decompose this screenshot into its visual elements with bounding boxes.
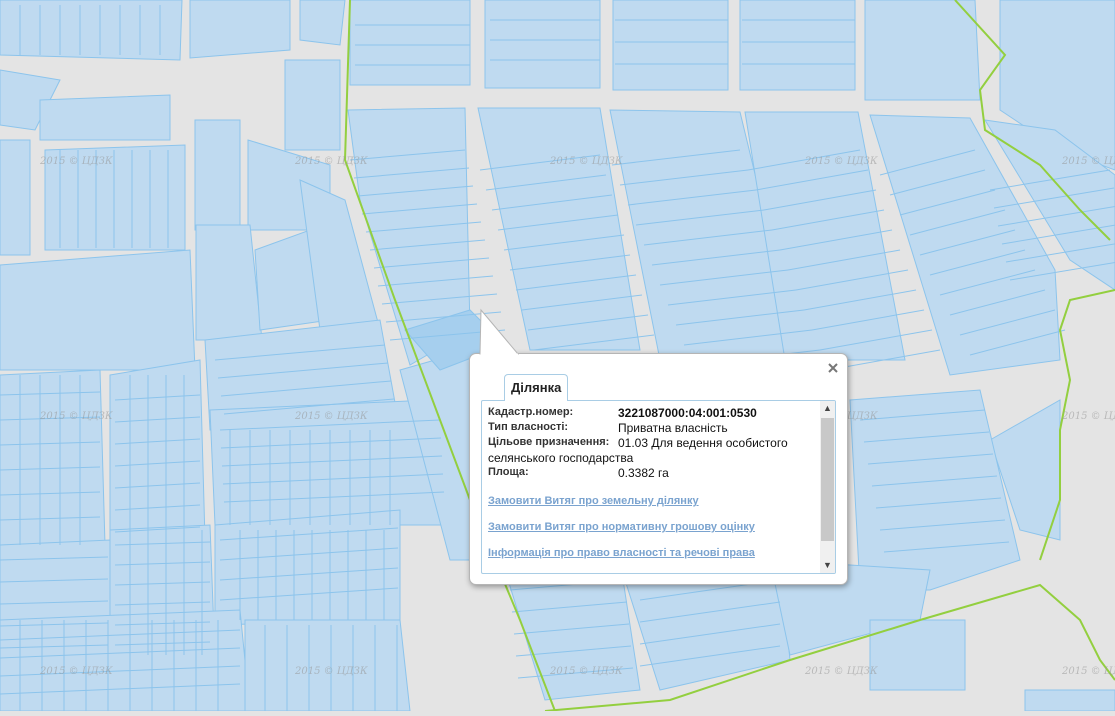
parcel-info-popup: Ділянка Кадастр.номер: 3221087000:04:001… (469, 308, 848, 585)
area-label: Площа: (488, 466, 529, 478)
scroll-down-arrow-icon[interactable]: ▼ (820, 558, 835, 573)
parcel-details-panel: Кадастр.номер: 3221087000:04:001:0530 Ти… (481, 400, 836, 574)
map-watermark: 2015 © ЦДЗК (295, 411, 368, 422)
land-block[interactable] (284, 59, 341, 151)
cadastral-number-row: Кадастр.номер: 3221087000:04:001:0530 (488, 406, 818, 421)
purpose-label: Цільове призначення: (488, 436, 610, 448)
area-value: 0.3382 га (618, 466, 669, 480)
land-block[interactable] (0, 139, 31, 256)
land-block[interactable] (0, 249, 196, 371)
map-watermark: 2015 © ЦДЗК (1062, 411, 1115, 422)
land-block[interactable] (1024, 689, 1115, 712)
order-valuation-extract-link[interactable]: Замовити Витяг про нормативну грошову оц… (488, 521, 818, 533)
ownership-type-label: Тип власності: (488, 421, 569, 433)
map-watermark: 2015 © ЦДЗК (40, 666, 113, 677)
land-block[interactable] (39, 94, 171, 141)
cadastral-number-label: Кадастр.номер: (488, 406, 574, 418)
land-block[interactable] (349, 0, 471, 86)
tab-parcel[interactable]: Ділянка (504, 374, 569, 401)
land-block[interactable] (484, 0, 601, 89)
land-block[interactable] (109, 359, 206, 541)
ownership-type-row: Тип власності: Приватна власність (488, 421, 818, 436)
map-watermark: 2015 © ЦДЗК (1062, 666, 1115, 677)
map-watermark: 2015 © ЦДЗК (550, 156, 623, 167)
land-block[interactable] (194, 119, 241, 231)
area-row: Площа: 0.3382 га (488, 466, 818, 481)
scrollbar-thumb[interactable] (821, 418, 834, 541)
land-block[interactable] (195, 224, 263, 341)
map-watermark: 2015 © ЦДЗК (805, 156, 878, 167)
map-watermark: 2015 © ЦДЗК (805, 666, 878, 677)
close-icon[interactable] (826, 361, 840, 375)
land-block[interactable] (739, 0, 856, 91)
details-scrollbar[interactable]: ▲ ▼ (820, 401, 835, 573)
map-watermark: 2015 © ЦДЗК (295, 666, 368, 677)
map-watermark: 2015 © ЦДЗК (550, 666, 623, 677)
order-parcel-extract-link[interactable]: Замовити Витяг про земельну ділянку (488, 495, 818, 507)
map-watermark: 2015 © ЦДЗК (40, 411, 113, 422)
land-block[interactable] (189, 0, 291, 59)
land-block[interactable] (864, 0, 981, 101)
purpose-row: Цільове призначення: 01.03 Для ведення о… (488, 436, 818, 466)
land-block[interactable] (612, 0, 729, 91)
land-block[interactable] (214, 509, 401, 626)
scroll-up-arrow-icon[interactable]: ▲ (820, 401, 835, 416)
popup-pointer (479, 308, 520, 356)
land-block[interactable] (0, 0, 183, 61)
map-watermark: 2015 © ЦДЗК (295, 156, 368, 167)
land-block[interactable] (299, 0, 346, 46)
map-watermark: 2015 © ЦДЗК (40, 156, 113, 167)
ownership-rights-info-link[interactable]: Інформація про право власності та речові… (488, 547, 818, 559)
map-watermark: 2015 © ЦДЗК (1062, 156, 1115, 167)
